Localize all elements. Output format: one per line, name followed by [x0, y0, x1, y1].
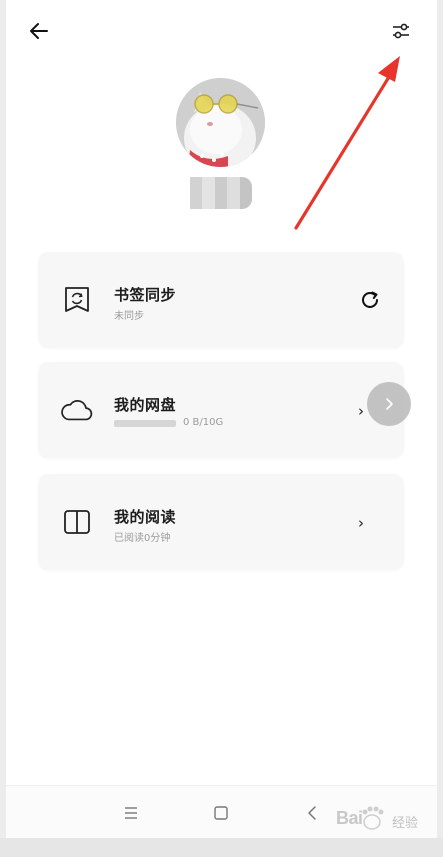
cloud-drive-card[interactable]: 我的网盘 0 B/10G › — [38, 362, 404, 458]
refresh-icon — [362, 291, 378, 308]
sync-status-text: 未同步 — [114, 311, 144, 322]
watermark-suffix: 经验 — [392, 816, 419, 831]
back-button[interactable] — [24, 16, 54, 46]
sliders-icon — [393, 23, 409, 39]
storage-usage-bar — [114, 420, 176, 427]
bookmark-sync-icon — [60, 285, 94, 315]
card-title: 我的网盘 — [114, 396, 177, 414]
book-icon — [60, 507, 94, 537]
arrow-left-icon — [30, 23, 48, 39]
chevron-right-icon: › — [358, 402, 364, 420]
chevron-right-icon — [386, 398, 393, 410]
sync-button[interactable] — [356, 286, 384, 314]
card-title: 书签同步 — [114, 286, 177, 304]
bottom-edge — [0, 838, 443, 857]
settings-button[interactable] — [386, 16, 416, 46]
background-edge-right — [437, 0, 443, 857]
cat-with-glasses-avatar-image — [176, 78, 265, 167]
back-icon — [308, 806, 316, 820]
reading-time-text: 已阅读0分钟 — [114, 533, 171, 544]
card-title: 我的阅读 — [114, 508, 177, 526]
storage-usage-text: 0 B/10G — [183, 417, 224, 428]
chevron-right-icon: › — [358, 514, 364, 532]
my-reading-card[interactable]: 我的阅读 已阅读0分钟 › — [38, 474, 404, 570]
bookmark-sync-card[interactable]: 书签同步 未同步 — [38, 252, 404, 348]
floating-assistive-button[interactable] — [367, 382, 411, 426]
home-button[interactable] — [207, 800, 235, 826]
cloud-icon — [60, 395, 94, 425]
header — [6, 0, 437, 60]
profile-sheet: 书签同步 未同步 我的网盘 0 B/10G › 我的阅读 已阅读0分钟 › — [6, 0, 437, 857]
recent-apps-button[interactable] — [117, 800, 145, 826]
home-icon — [214, 806, 228, 820]
username-blurred — [190, 177, 253, 209]
menu-icon — [125, 807, 137, 819]
watermark-brand: Bai — [336, 808, 363, 828]
avatar[interactable] — [176, 78, 265, 167]
